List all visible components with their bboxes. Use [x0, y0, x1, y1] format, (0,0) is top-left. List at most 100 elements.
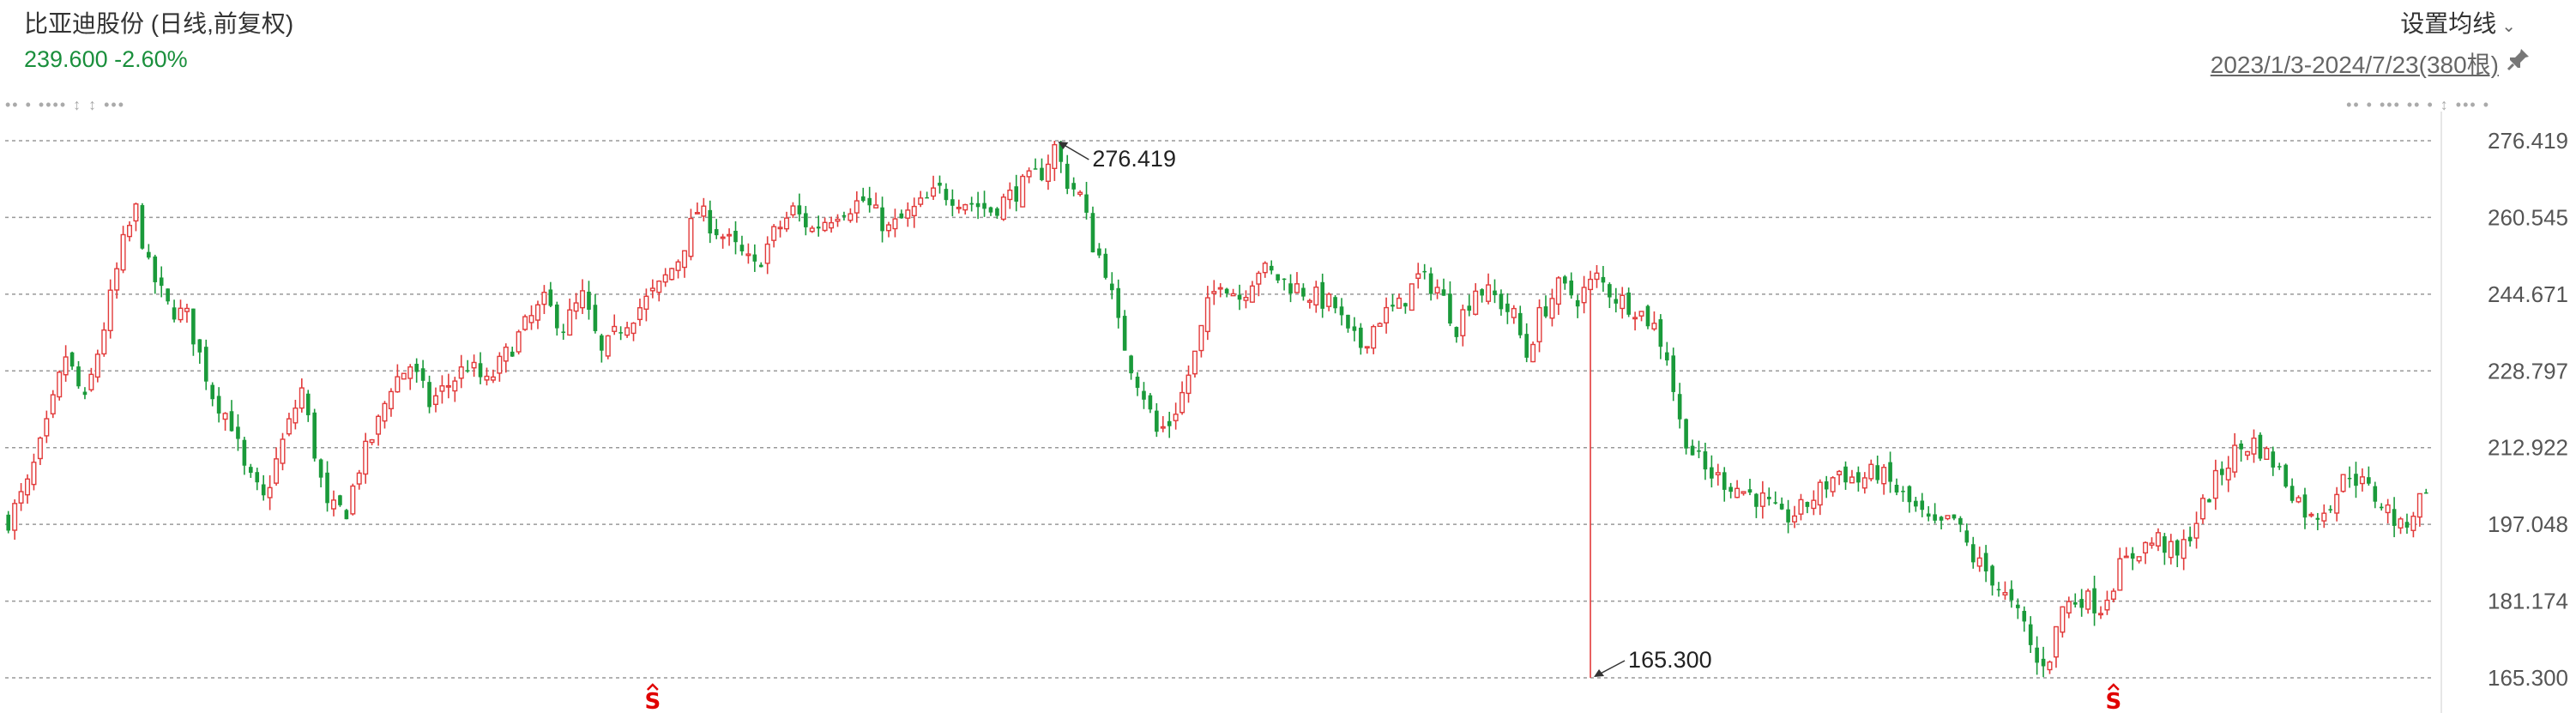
dividend-marker-icon: S — [2106, 689, 2122, 713]
candle-body — [931, 187, 937, 197]
candle-body — [925, 196, 929, 199]
candle-body — [2334, 493, 2340, 514]
y-tick-label: 197.048 — [2488, 511, 2568, 537]
candle-body — [1722, 472, 1727, 490]
candle-body — [1000, 196, 1006, 221]
candle-body — [2295, 497, 2302, 503]
candle-body — [1608, 284, 1612, 298]
candle-body — [153, 256, 158, 282]
y-tick-label: 244.671 — [2488, 281, 2568, 307]
candle-body — [2123, 555, 2129, 559]
candle-body — [2239, 443, 2243, 450]
candle-body — [1306, 299, 1312, 303]
candle-body — [1262, 263, 1268, 274]
candle-body — [1422, 270, 1427, 273]
candle-body — [797, 205, 802, 215]
candle-body — [848, 213, 854, 221]
candle-body — [369, 438, 375, 444]
candle-body — [484, 375, 490, 381]
candle-body — [57, 372, 63, 398]
candle-body — [1645, 305, 1650, 327]
candle-body — [2155, 532, 2161, 547]
candle-body — [2398, 518, 2404, 529]
candlestick-chart[interactable]: 276.419 260.545 244.671 228.797 212.922 197.0… — [0, 0, 2576, 713]
candle-body — [1792, 515, 1798, 523]
candle-body — [2410, 516, 2416, 531]
candle-body — [1276, 274, 1280, 281]
candle-body — [2175, 540, 2180, 556]
candle-body — [1493, 290, 1497, 296]
candle-body — [777, 227, 783, 230]
candle-body — [261, 484, 266, 496]
candle-body — [1371, 325, 1377, 349]
candle-body — [1786, 509, 1790, 523]
candle-body — [758, 264, 763, 268]
candle-body — [2072, 601, 2078, 605]
candle-body — [1849, 476, 1855, 484]
candle-body — [822, 221, 828, 232]
candle-body — [1690, 445, 1695, 456]
candle-body — [197, 339, 202, 353]
candle-body — [842, 215, 847, 217]
candle-body — [2060, 606, 2066, 633]
candle-body — [2047, 661, 2053, 671]
candle-body — [286, 418, 292, 435]
candle-body — [1377, 323, 1383, 327]
candle-body — [1409, 283, 1415, 311]
candle-body — [2277, 466, 2282, 468]
candle-body — [1868, 463, 1874, 480]
candle-body — [573, 302, 579, 312]
candle-body — [593, 305, 598, 331]
candle-body — [1894, 485, 1899, 493]
candle-body — [587, 291, 591, 310]
candle-body — [1952, 514, 1957, 519]
candle-body — [1638, 311, 1644, 317]
candle-body — [1191, 350, 1198, 375]
candle-body — [905, 209, 911, 219]
candle-body — [2002, 592, 2008, 595]
candle-body — [2136, 556, 2142, 562]
candle-body — [636, 307, 642, 321]
candle-body — [2283, 464, 2288, 487]
candle-body — [31, 462, 37, 486]
candle-body — [1766, 496, 1771, 499]
candle-body — [312, 412, 317, 459]
candle-body — [2289, 486, 2295, 501]
candle-body — [120, 233, 126, 271]
candle-body — [203, 347, 208, 382]
candle-body — [1671, 355, 1676, 392]
candle-body — [1524, 334, 1529, 358]
candle-body — [612, 325, 618, 332]
candle-body — [1830, 477, 1836, 492]
candle-body — [975, 202, 980, 208]
candle-body — [541, 292, 547, 305]
candle-body — [69, 352, 75, 367]
y-tick-label: 260.545 — [2488, 204, 2568, 230]
candle-body — [1282, 278, 1287, 281]
candle-body — [1467, 305, 1472, 311]
candle-body — [1045, 163, 1051, 182]
candle-body — [2245, 450, 2251, 456]
candle-body — [1888, 462, 1892, 482]
candle-body — [1237, 294, 1242, 300]
candle-body — [1428, 273, 1433, 294]
candle-body — [1294, 283, 1300, 293]
candle-body — [580, 290, 586, 309]
candle-body — [1651, 323, 1657, 330]
candle-body — [1964, 530, 1970, 543]
candle-body — [1160, 426, 1166, 429]
candle-body — [407, 366, 413, 379]
candle-body — [1391, 305, 1395, 307]
candle-body — [1715, 472, 1721, 475]
candle-body — [764, 243, 770, 264]
candle-body — [1996, 589, 2001, 591]
candle-body — [1434, 287, 1440, 293]
candle-body — [2340, 474, 2346, 492]
candle-body — [1014, 186, 1019, 202]
candle-body — [1441, 289, 1446, 296]
candle-body — [1359, 327, 1363, 348]
candle-body — [1243, 297, 1249, 301]
candle-body — [2219, 468, 2224, 475]
candle-body — [2347, 477, 2352, 480]
candle-body — [2321, 512, 2327, 522]
